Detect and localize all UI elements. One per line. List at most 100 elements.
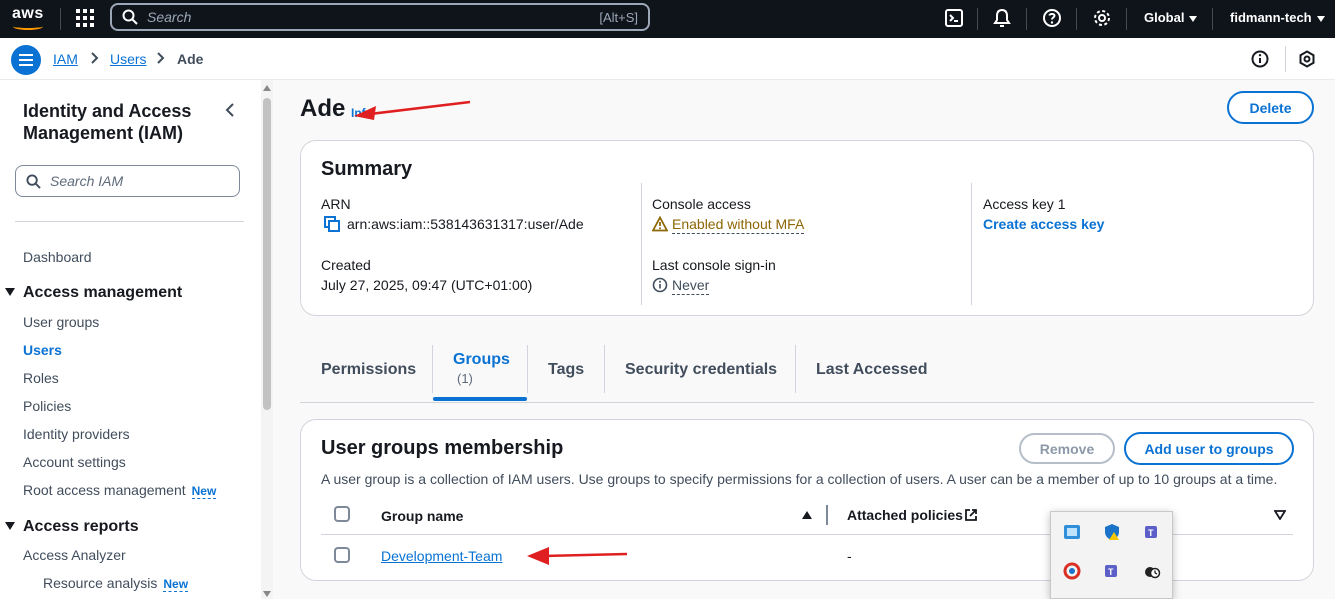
search-placeholder: Search bbox=[147, 9, 192, 25]
created-value: July 27, 2025, 09:47 (UTC+01:00) bbox=[321, 277, 533, 293]
sidebar-item-label: Resource analysis bbox=[43, 575, 158, 591]
nav-divider bbox=[1076, 8, 1077, 30]
tab-security-credentials[interactable]: Security credentials bbox=[625, 361, 777, 379]
sidebar-section-access-management[interactable]: Access management bbox=[23, 284, 182, 302]
sidebar-item-user-groups[interactable]: User groups bbox=[23, 314, 99, 330]
copy-icon[interactable] bbox=[324, 216, 340, 232]
tab-last-accessed[interactable]: Last Accessed bbox=[816, 361, 927, 379]
caret-down-icon[interactable] bbox=[5, 522, 15, 530]
new-badge: New bbox=[191, 484, 217, 499]
groups-description: A user group is a collection of IAM user… bbox=[321, 471, 1278, 487]
last-signin-label: Last console sign-in bbox=[652, 257, 776, 273]
sidebar-item-access-analyzer[interactable]: Access Analyzer bbox=[23, 547, 126, 563]
nav-divider bbox=[1126, 8, 1127, 30]
hamburger-menu-button[interactable] bbox=[11, 45, 41, 75]
sidebar-item-root-access-management[interactable]: Root access management New bbox=[23, 482, 217, 499]
select-all-checkbox[interactable] bbox=[334, 506, 350, 522]
network-app-icon[interactable] bbox=[1063, 523, 1081, 541]
tab-groups[interactable]: Groups bbox=[453, 351, 510, 369]
nav-divider bbox=[60, 8, 61, 30]
column-divider bbox=[971, 183, 972, 305]
nav-divider bbox=[1285, 46, 1286, 72]
global-search-input[interactable]: Search [Alt+S] bbox=[110, 3, 650, 31]
nav-divider bbox=[1026, 8, 1027, 30]
account-menu[interactable]: fidmann-tech bbox=[1230, 10, 1325, 25]
column-header-group-name[interactable]: Group name bbox=[381, 508, 463, 524]
add-user-to-groups-button[interactable]: Add user to groups bbox=[1124, 432, 1294, 465]
aws-logo[interactable]: aws bbox=[12, 5, 46, 31]
breadcrumb-bar: IAM Users Ade bbox=[0, 38, 1335, 80]
cleaner-app-icon[interactable] bbox=[1063, 562, 1081, 580]
breadcrumb-current: Ade bbox=[177, 51, 204, 67]
nav-divider bbox=[1212, 8, 1213, 30]
column-resizer[interactable] bbox=[826, 505, 828, 525]
aws-logo-text: aws bbox=[12, 5, 44, 22]
create-access-key-link[interactable]: Create access key bbox=[983, 216, 1104, 232]
bell-icon[interactable] bbox=[992, 8, 1012, 28]
sidebar-item-dashboard[interactable]: Dashboard bbox=[23, 249, 92, 265]
tabs-divider bbox=[300, 402, 1314, 403]
scroll-up-icon[interactable] bbox=[263, 85, 271, 91]
info-circle-icon[interactable] bbox=[1251, 50, 1269, 68]
sidebar-item-policies[interactable]: Policies bbox=[23, 398, 71, 414]
tab-separator bbox=[604, 345, 605, 393]
chevron-left-icon[interactable] bbox=[223, 102, 237, 118]
arn-label: ARN bbox=[321, 196, 351, 212]
apps-grid-icon[interactable] bbox=[76, 9, 94, 27]
top-navigation: aws Search [Alt+S] Global fidmann-tech bbox=[0, 0, 1335, 38]
tab-permissions[interactable]: Permissions bbox=[321, 361, 416, 379]
tab-tags[interactable]: Tags bbox=[548, 361, 584, 379]
remove-button[interactable]: Remove bbox=[1019, 433, 1115, 464]
active-tab-indicator bbox=[433, 397, 527, 401]
sidebar-item-resource-analysis[interactable]: Resource analysis New bbox=[43, 575, 189, 592]
hexagon-settings-icon[interactable] bbox=[1298, 50, 1316, 68]
console-access-label: Console access bbox=[652, 196, 751, 212]
tab-separator bbox=[527, 345, 528, 393]
breadcrumb-iam[interactable]: IAM bbox=[53, 51, 78, 67]
tab-separator bbox=[432, 345, 433, 393]
access-key-label: Access key 1 bbox=[983, 196, 1066, 212]
region-selector[interactable]: Global bbox=[1144, 10, 1198, 25]
gear-icon[interactable] bbox=[1092, 8, 1112, 28]
page-title: Ade bbox=[300, 95, 346, 122]
last-signin-value[interactable]: Never bbox=[672, 277, 710, 295]
chevron-right-icon bbox=[157, 52, 165, 64]
teams-icon[interactable]: T bbox=[1103, 562, 1121, 580]
delete-button[interactable]: Delete bbox=[1227, 91, 1314, 124]
row-checkbox[interactable] bbox=[334, 547, 350, 563]
external-link-icon bbox=[965, 509, 977, 521]
divider bbox=[15, 221, 244, 222]
console-access-status[interactable]: Enabled without MFA bbox=[672, 216, 805, 234]
sidebar-item-account-settings[interactable]: Account settings bbox=[23, 454, 126, 470]
nav-divider bbox=[977, 8, 978, 30]
arn-value: arn:aws:iam::538143631317:user/Ade bbox=[347, 216, 584, 232]
caret-down-icon[interactable] bbox=[1274, 510, 1286, 520]
sidebar-search-input[interactable]: Search IAM bbox=[15, 165, 240, 197]
search-icon bbox=[26, 173, 41, 189]
sort-ascending-icon[interactable] bbox=[801, 510, 813, 520]
sidebar-scrollbar[interactable] bbox=[261, 80, 273, 599]
group-link-development-team[interactable]: Development-Team bbox=[381, 548, 502, 564]
attached-policies-value: - bbox=[847, 548, 852, 564]
system-tray-popup: T T bbox=[1050, 511, 1173, 599]
cloudshell-icon[interactable] bbox=[944, 8, 964, 28]
sidebar-title: Identity and Access Management (IAM) bbox=[23, 101, 192, 143]
warning-icon bbox=[652, 216, 668, 232]
breadcrumb-users[interactable]: Users bbox=[110, 51, 147, 67]
scrollbar-thumb[interactable] bbox=[263, 98, 271, 410]
teams-icon[interactable]: T bbox=[1143, 523, 1161, 541]
caret-down-icon[interactable] bbox=[5, 288, 15, 296]
sync-app-icon[interactable] bbox=[1143, 562, 1161, 580]
column-header-attached-policies[interactable]: Attached policies bbox=[847, 507, 963, 523]
new-badge: New bbox=[163, 577, 189, 592]
groups-panel-title: User groups membership bbox=[321, 437, 564, 459]
help-icon[interactable] bbox=[1042, 8, 1062, 28]
security-shield-icon[interactable] bbox=[1103, 523, 1121, 541]
annotation-arrow bbox=[527, 547, 628, 565]
sidebar-item-roles[interactable]: Roles bbox=[23, 370, 59, 386]
sidebar-item-users[interactable]: Users bbox=[23, 342, 62, 358]
sidebar-item-identity-providers[interactable]: Identity providers bbox=[23, 426, 130, 442]
svg-text:T: T bbox=[1148, 528, 1154, 538]
sidebar-section-access-reports[interactable]: Access reports bbox=[23, 518, 139, 536]
scroll-down-icon[interactable] bbox=[263, 591, 271, 597]
